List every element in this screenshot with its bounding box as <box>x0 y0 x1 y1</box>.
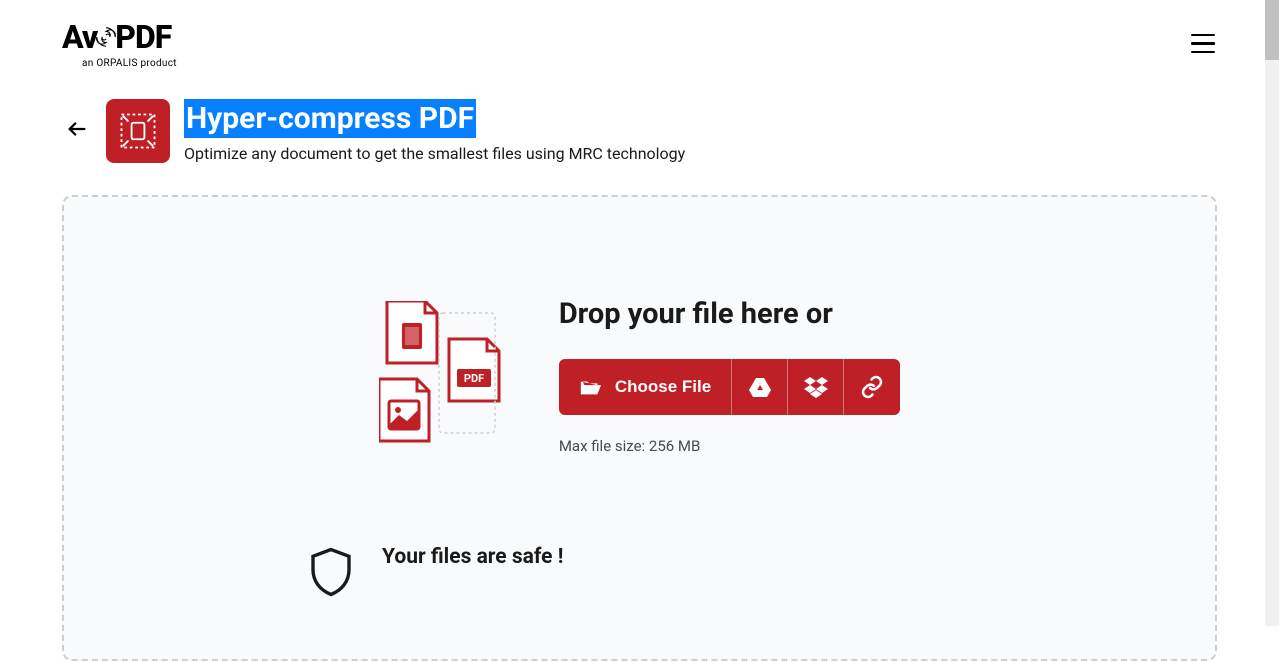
choose-file-button[interactable]: Choose File <box>559 359 732 415</box>
file-types-icon: PDF <box>379 301 509 451</box>
max-file-size-label: Max file size: 256 MB <box>559 437 900 455</box>
back-button[interactable] <box>62 114 92 148</box>
hamburger-menu-button[interactable] <box>1187 30 1219 58</box>
menu-line-icon <box>1191 34 1215 37</box>
drop-right-section: Drop your file here or Choose File <box>559 297 900 455</box>
scrollbar-thumb[interactable] <box>1265 0 1279 60</box>
dropbox-icon <box>804 375 828 399</box>
menu-line-icon <box>1191 51 1215 54</box>
drop-content: PDF Drop your file here or <box>104 297 1175 455</box>
safe-text-block: Your files are safe ! <box>382 545 563 569</box>
logo-main-text: Av PDF <box>62 18 171 56</box>
link-icon <box>860 375 884 399</box>
dropbox-button[interactable] <box>788 359 844 415</box>
menu-line-icon <box>1191 42 1215 45</box>
upload-buttons-group: Choose File <box>559 359 900 415</box>
tool-icon-container <box>106 99 170 163</box>
header: Av PDF an ORPALIS product <box>0 0 1279 79</box>
file-dropzone[interactable]: PDF Drop your file here or <box>62 195 1217 661</box>
logo-subtitle: an ORPALIS product <box>82 58 177 69</box>
back-arrow-icon <box>66 118 88 140</box>
choose-file-label: Choose File <box>615 377 711 397</box>
tool-header: Hyper-compress PDF Optimize any document… <box>0 79 1279 173</box>
drop-heading: Drop your file here or <box>559 297 900 331</box>
files-illustration: PDF <box>379 301 509 451</box>
logo[interactable]: Av PDF an ORPALIS product <box>62 18 177 69</box>
compress-icon <box>116 109 160 153</box>
tool-subtitle: Optimize any document to get the smalles… <box>184 144 685 163</box>
safe-heading: Your files are safe ! <box>382 545 563 569</box>
svg-text:PDF: PDF <box>464 372 484 385</box>
tool-title: Hyper-compress PDF <box>184 99 476 138</box>
logo-swirl-icon <box>95 26 117 48</box>
safe-files-section: Your files are safe ! <box>104 545 1175 599</box>
url-link-button[interactable] <box>844 359 900 415</box>
scrollbar-track <box>1265 0 1279 626</box>
google-drive-button[interactable] <box>732 359 788 415</box>
tool-info: Hyper-compress PDF Optimize any document… <box>184 99 685 163</box>
shield-icon <box>304 545 358 599</box>
folder-open-icon <box>579 376 601 398</box>
google-drive-icon <box>748 375 772 399</box>
